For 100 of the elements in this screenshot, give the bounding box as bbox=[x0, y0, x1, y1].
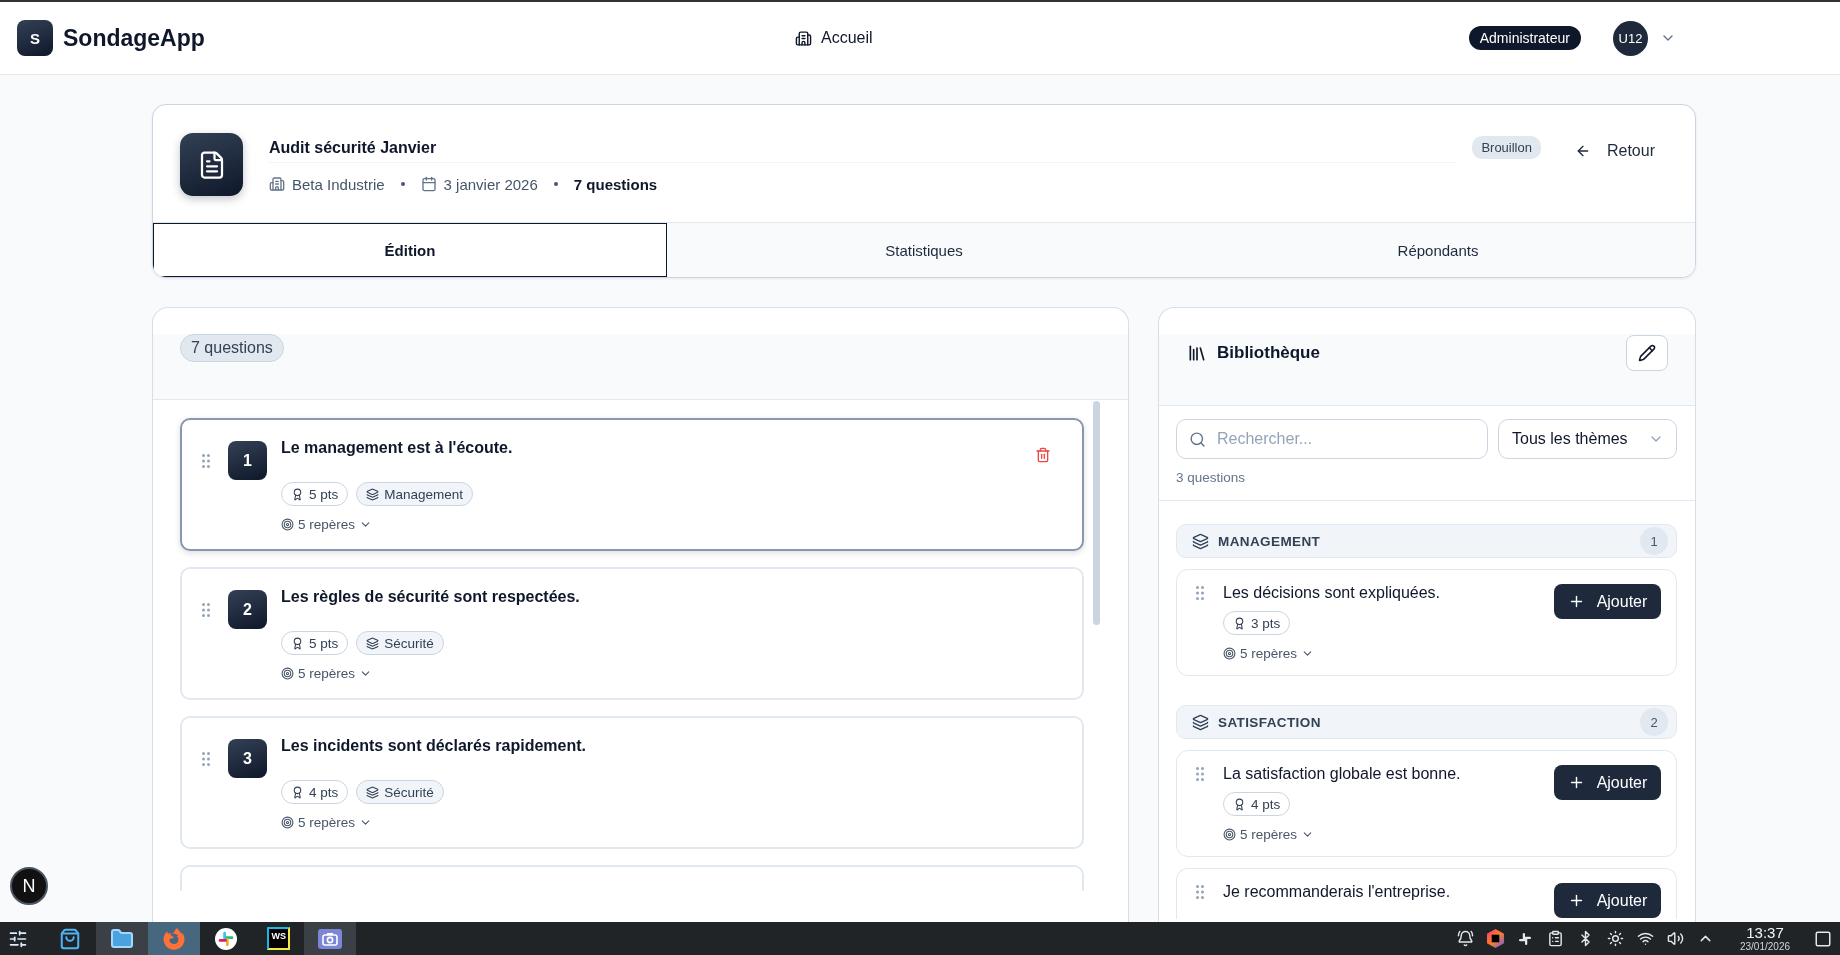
question-card[interactable]: 2 Les règles de sécurité sont respectées. 5 pts Sécurité 5 repères bbox=[180, 567, 1084, 700]
bell-icon[interactable] bbox=[1456, 930, 1474, 947]
add-button[interactable]: Ajouter bbox=[1554, 584, 1661, 619]
sliders-icon bbox=[8, 928, 28, 949]
question-count: 7 questions bbox=[573, 175, 658, 193]
drag-handle-icon[interactable] bbox=[202, 453, 210, 468]
building-icon bbox=[795, 29, 812, 47]
question-card[interactable]: 1 Le management est à l'écoute. 5 pts Management 5 repères bbox=[180, 418, 1084, 551]
scrollbar-thumb[interactable] bbox=[1093, 401, 1100, 625]
tab[interactable]: Édition bbox=[153, 223, 667, 277]
screenshot-app-button[interactable] bbox=[304, 922, 356, 955]
company-name: Beta Industrie bbox=[292, 175, 385, 193]
edit-button[interactable] bbox=[1626, 335, 1668, 371]
camera-icon bbox=[318, 928, 342, 949]
add-button[interactable]: Ajouter bbox=[1554, 765, 1661, 800]
theme-label: Sécurité bbox=[384, 635, 434, 651]
trash-icon bbox=[1035, 447, 1051, 463]
drag-handle-icon[interactable] bbox=[1196, 767, 1204, 781]
layers-icon bbox=[1192, 713, 1209, 731]
target-icon bbox=[281, 666, 294, 680]
add-button[interactable]: Ajouter bbox=[1554, 883, 1661, 918]
award-icon bbox=[291, 487, 304, 501]
cube-icon[interactable] bbox=[1485, 929, 1505, 948]
show-desktop-icon[interactable] bbox=[1814, 929, 1832, 948]
app-logo: S bbox=[17, 20, 53, 56]
question-number: 1 bbox=[228, 441, 267, 480]
drag-handle-icon[interactable] bbox=[202, 602, 210, 617]
question-text: Les incidents sont déclarés rapidement. bbox=[281, 736, 586, 756]
wifi-icon[interactable] bbox=[1636, 930, 1654, 947]
theme-group-count: 2 bbox=[1640, 708, 1668, 736]
layers-icon bbox=[366, 636, 380, 650]
target-icon bbox=[281, 815, 294, 829]
target-icon bbox=[281, 517, 294, 531]
search-field[interactable]: Rechercher... bbox=[1176, 419, 1488, 459]
result-count: 3 questions bbox=[1176, 469, 1247, 487]
benchmarks-toggle[interactable]: 5 repères bbox=[281, 811, 373, 833]
layers-icon bbox=[366, 487, 380, 501]
points-label: 5 pts bbox=[309, 635, 339, 651]
status-badge: Brouillon bbox=[1472, 136, 1541, 159]
award-icon bbox=[291, 785, 304, 799]
layers-icon bbox=[366, 785, 380, 799]
browser-icon bbox=[163, 927, 185, 950]
award-icon bbox=[291, 636, 304, 650]
points-label: 5 pts bbox=[309, 486, 339, 502]
library-question-text: Les décisions sont expliquées. bbox=[1223, 583, 1441, 603]
shopping-bag-icon bbox=[59, 927, 81, 950]
search-icon bbox=[1189, 430, 1206, 448]
benchmarks-toggle[interactable]: 5 repères bbox=[281, 513, 373, 535]
theme-group-count: 1 bbox=[1640, 527, 1668, 555]
library-icon bbox=[1187, 343, 1207, 363]
benchmarks-toggle[interactable]: 5 repères bbox=[281, 662, 373, 684]
files-app-button[interactable] bbox=[96, 922, 148, 955]
library-title: Bibliothèque bbox=[1217, 343, 1320, 363]
volume-icon[interactable] bbox=[1666, 930, 1684, 947]
document-icon bbox=[180, 133, 243, 196]
tab[interactable]: Répondants bbox=[1181, 223, 1695, 277]
target-icon bbox=[1223, 827, 1236, 841]
question-number: 3 bbox=[228, 739, 267, 778]
drag-handle-icon[interactable] bbox=[202, 751, 210, 766]
theme-group-name: SATISFACTION bbox=[1218, 714, 1321, 730]
ide-app-button[interactable]: WS bbox=[252, 922, 304, 955]
pencil-icon bbox=[1638, 344, 1656, 362]
survey-title: Audit sécurité Janvier bbox=[269, 137, 1457, 163]
question-count-badge: 7 questions bbox=[180, 334, 284, 362]
clipboard-icon[interactable] bbox=[1546, 930, 1564, 947]
benchmarks-toggle[interactable]: 5 repères bbox=[1223, 642, 1315, 664]
drag-handle-icon[interactable] bbox=[1196, 586, 1204, 600]
points-label: 3 pts bbox=[1251, 615, 1281, 631]
award-icon bbox=[1233, 797, 1246, 811]
theme-label: Sécurité bbox=[384, 784, 434, 800]
folder-icon bbox=[110, 926, 134, 951]
layers-icon bbox=[1192, 532, 1209, 550]
calendar-icon bbox=[420, 176, 437, 192]
delete-button[interactable] bbox=[1035, 447, 1051, 463]
question-number: 2 bbox=[228, 590, 267, 629]
building-icon bbox=[269, 176, 285, 192]
theme-group-name: MANAGEMENT bbox=[1218, 533, 1321, 549]
survey-date: 3 janvier 2026 bbox=[443, 175, 538, 193]
question-text: Les règles de sécurité sont respectées. bbox=[281, 587, 580, 607]
app-name: SondageApp bbox=[63, 24, 205, 52]
user-avatar[interactable]: U12 bbox=[1613, 20, 1648, 56]
brightness-icon[interactable] bbox=[1606, 930, 1624, 947]
back-button[interactable]: Retour bbox=[1562, 133, 1667, 169]
clock-date: 23/01/2026 bbox=[1739, 940, 1791, 953]
clock-time: 13:37 bbox=[1746, 924, 1784, 941]
library-question-text: La satisfaction globale est bonne. bbox=[1223, 764, 1461, 784]
pinwheel-icon bbox=[215, 927, 237, 950]
question-text: Le management est à l'écoute. bbox=[281, 438, 513, 458]
library-question-text: Je recommanderais l'entreprise. bbox=[1223, 882, 1451, 902]
role-badge: Administrateur bbox=[1468, 26, 1581, 50]
benchmarks-toggle[interactable]: 5 repères bbox=[1223, 823, 1315, 845]
points-label: 4 pts bbox=[309, 784, 339, 800]
theme-label: Management bbox=[384, 486, 464, 502]
tab[interactable]: Statistiques bbox=[667, 223, 1181, 277]
target-icon bbox=[1223, 646, 1236, 660]
home-link[interactable]: Accueil bbox=[795, 29, 873, 47]
question-card[interactable]: 3 Les incidents sont déclarés rapidement. 4 pts Sécurité 5 repères bbox=[180, 716, 1084, 849]
theme-select[interactable]: Tous les thèmes bbox=[1498, 419, 1677, 459]
points-label: 4 pts bbox=[1251, 796, 1281, 812]
drag-handle-icon[interactable] bbox=[1196, 885, 1204, 899]
